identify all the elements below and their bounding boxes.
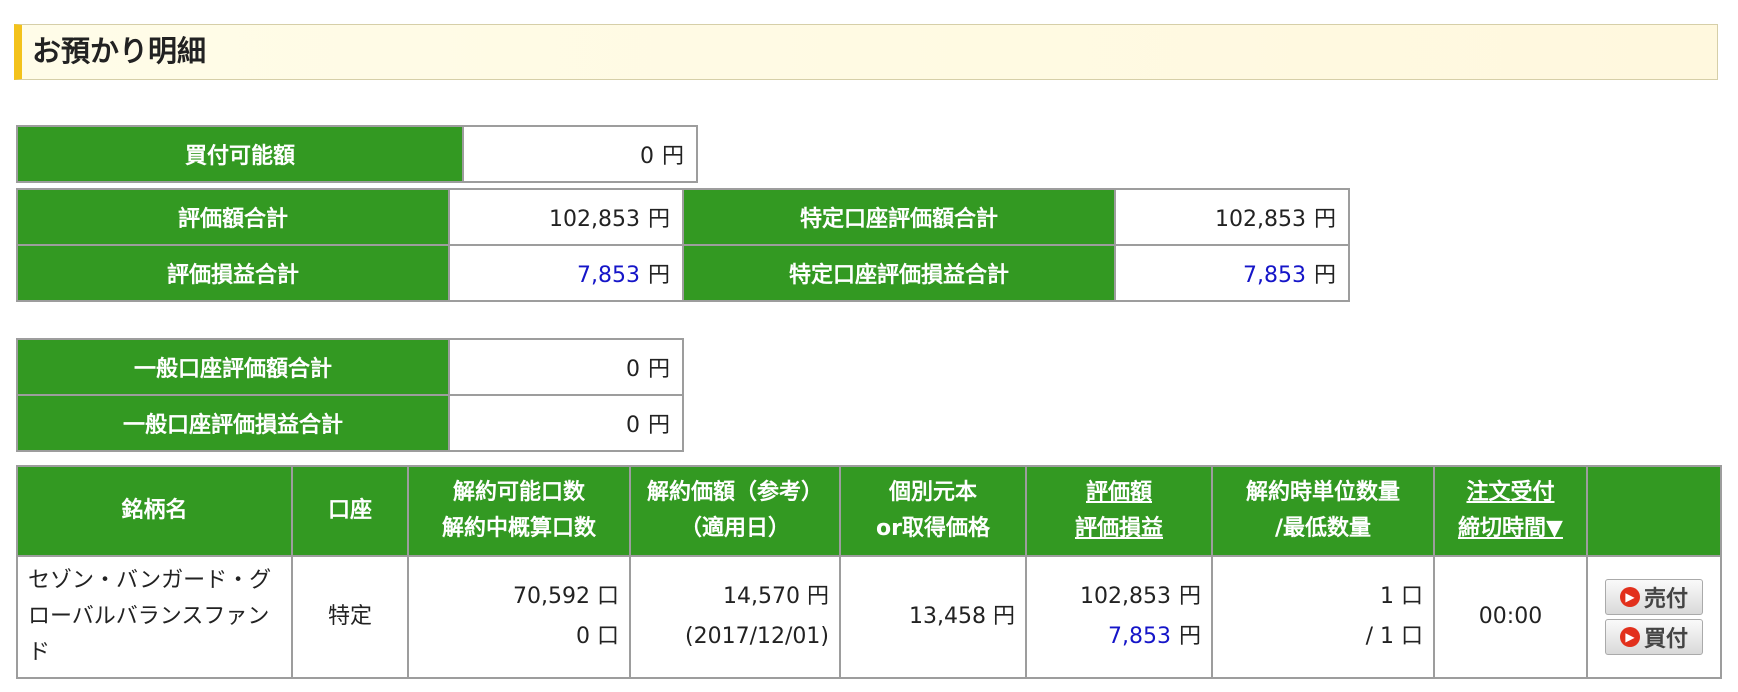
- sort-link-eval-value[interactable]: 評価額: [1086, 480, 1152, 505]
- ippan-pl-amount: 0: [625, 413, 640, 438]
- play-arrow-icon: ▶: [1619, 627, 1640, 647]
- holdings-header-row: 銘柄名 口座 解約可能口数 解約中概算口数 解約価額（参考） （適用日） 個別元…: [16, 465, 1722, 557]
- unit-qty: 1 口: [1380, 584, 1423, 609]
- col-header-cost: 個別元本 or取得価格: [839, 465, 1027, 557]
- min-qty: / 1 口: [1365, 624, 1423, 649]
- buying-power-value: 0円: [462, 125, 698, 183]
- tokutei-pl-value: 7,853 円: [1114, 244, 1350, 302]
- sort-link-eval-pl[interactable]: 評価損益: [1075, 516, 1163, 541]
- play-arrow-icon: ▶: [1619, 587, 1640, 607]
- fund-name: セゾン・バンガード・グローバルバランスファンド: [16, 555, 293, 679]
- tokutei-eval-amount: 102,853: [1215, 207, 1306, 232]
- table-row: セゾン・バンガード・グローバルバランスファンド 特定 70,592 口 0 口 …: [16, 555, 1722, 679]
- page-title: お預かり明細: [32, 34, 207, 68]
- buy-button-label: 買付: [1643, 627, 1688, 652]
- eval-cell: 102,853 円 7,853 円: [1025, 555, 1213, 679]
- pl-total-amount: 7,853: [577, 263, 640, 288]
- col-header-price: 解約価額（参考） （適用日）: [629, 465, 841, 557]
- col-header-units: 解約可能口数 解約中概算口数: [407, 465, 631, 557]
- unit-yen: 円: [647, 207, 670, 232]
- col-header-unit-qty-line1: 解約時単位数量: [1245, 480, 1400, 505]
- pl-total-value: 7,853 円: [448, 244, 684, 302]
- sell-button[interactable]: ▶ 売付: [1605, 579, 1703, 615]
- buying-power-table: 買付可能額 0円: [16, 125, 698, 183]
- units-available: 70,592 口: [513, 584, 619, 609]
- unit-yen: 円: [1313, 263, 1336, 288]
- col-header-unit-qty: 解約時単位数量 /最低数量: [1211, 465, 1435, 557]
- ippan-pl-label: 一般口座評価損益合計: [16, 394, 450, 452]
- eval-total-label: 評価額合計: [16, 188, 450, 246]
- col-header-cost-line1: 個別元本: [888, 480, 977, 505]
- cost-price: 13,458 円: [839, 555, 1027, 679]
- col-header-actions: [1586, 465, 1722, 557]
- nav-date: (2017/12/01): [685, 624, 829, 649]
- page-header: お預かり明細: [14, 24, 1718, 80]
- sell-button-label: 売付: [1643, 587, 1688, 612]
- unit-yen: 円: [1313, 207, 1336, 232]
- sort-link-deadline-line2[interactable]: 締切時間▼: [1458, 516, 1563, 541]
- evaluation-summary-table: 評価額合計 102,853 円 特定口座評価額合計 102,853 円 評価損益合計…: [16, 188, 1350, 302]
- col-header-name: 銘柄名: [16, 465, 293, 557]
- holdings-table: 銘柄名 口座 解約可能口数 解約中概算口数 解約価額（参考） （適用日） 個別元…: [16, 465, 1722, 679]
- unit-qty-cell: 1 口 / 1 口: [1211, 555, 1435, 679]
- col-header-price-line1: 解約価額（参考）: [646, 480, 823, 505]
- col-header-units-line2: 解約中概算口数: [441, 516, 596, 541]
- col-header-account: 口座: [291, 465, 409, 557]
- unit-yen: 円: [647, 357, 670, 382]
- col-header-unit-qty-line2: /最低数量: [1274, 516, 1372, 541]
- eval-total-amount: 102,853: [549, 207, 640, 232]
- unit-yen: 円: [647, 413, 670, 438]
- sort-link-deadline-line1[interactable]: 注文受付: [1466, 480, 1554, 505]
- tokutei-eval-value: 102,853 円: [1114, 188, 1350, 246]
- unit-yen: 円: [1178, 584, 1201, 609]
- ippan-eval-value: 0円: [448, 338, 684, 396]
- tokutei-pl-label: 特定口座評価損益合計: [682, 244, 1116, 302]
- ippan-pl-value: 0円: [448, 394, 684, 452]
- nav-price: 14,570 円: [723, 584, 829, 609]
- nav-cell: 14,570 円 (2017/12/01): [629, 555, 841, 679]
- tokutei-eval-label: 特定口座評価額合計: [682, 188, 1116, 246]
- eval-total-value: 102,853 円: [448, 188, 684, 246]
- units-pending: 0 口: [576, 624, 619, 649]
- eval-pl: 7,853: [1108, 624, 1171, 649]
- ippan-eval-label: 一般口座評価額合計: [16, 338, 450, 396]
- col-header-cost-line2: or取得価格: [876, 516, 990, 541]
- tokutei-pl-amount: 7,853: [1243, 263, 1306, 288]
- eval-value: 102,853: [1080, 584, 1171, 609]
- pl-total-label: 評価損益合計: [16, 244, 450, 302]
- ippan-summary-table: 一般口座評価額合計 0円 一般口座評価損益合計 0円: [16, 338, 684, 452]
- col-header-units-line1: 解約可能口数: [452, 480, 585, 505]
- units-cell: 70,592 口 0 口: [407, 555, 631, 679]
- buying-power-label: 買付可能額: [16, 125, 464, 183]
- buying-power-amount: 0: [639, 144, 654, 169]
- col-header-price-line2: （適用日）: [679, 516, 790, 541]
- col-header-eval: 評価額 評価損益: [1025, 465, 1213, 557]
- ippan-eval-amount: 0: [625, 357, 640, 382]
- buy-button[interactable]: ▶ 買付: [1605, 619, 1703, 655]
- unit-yen: 円: [1178, 624, 1201, 649]
- order-deadline: 00:00: [1433, 555, 1588, 679]
- unit-yen: 円: [661, 144, 684, 169]
- col-header-deadline: 注文受付 締切時間▼: [1433, 465, 1588, 557]
- account-type: 特定: [291, 555, 409, 679]
- actions-cell: ▶ 売付 ▶ 買付: [1586, 555, 1722, 679]
- unit-yen: 円: [647, 263, 670, 288]
